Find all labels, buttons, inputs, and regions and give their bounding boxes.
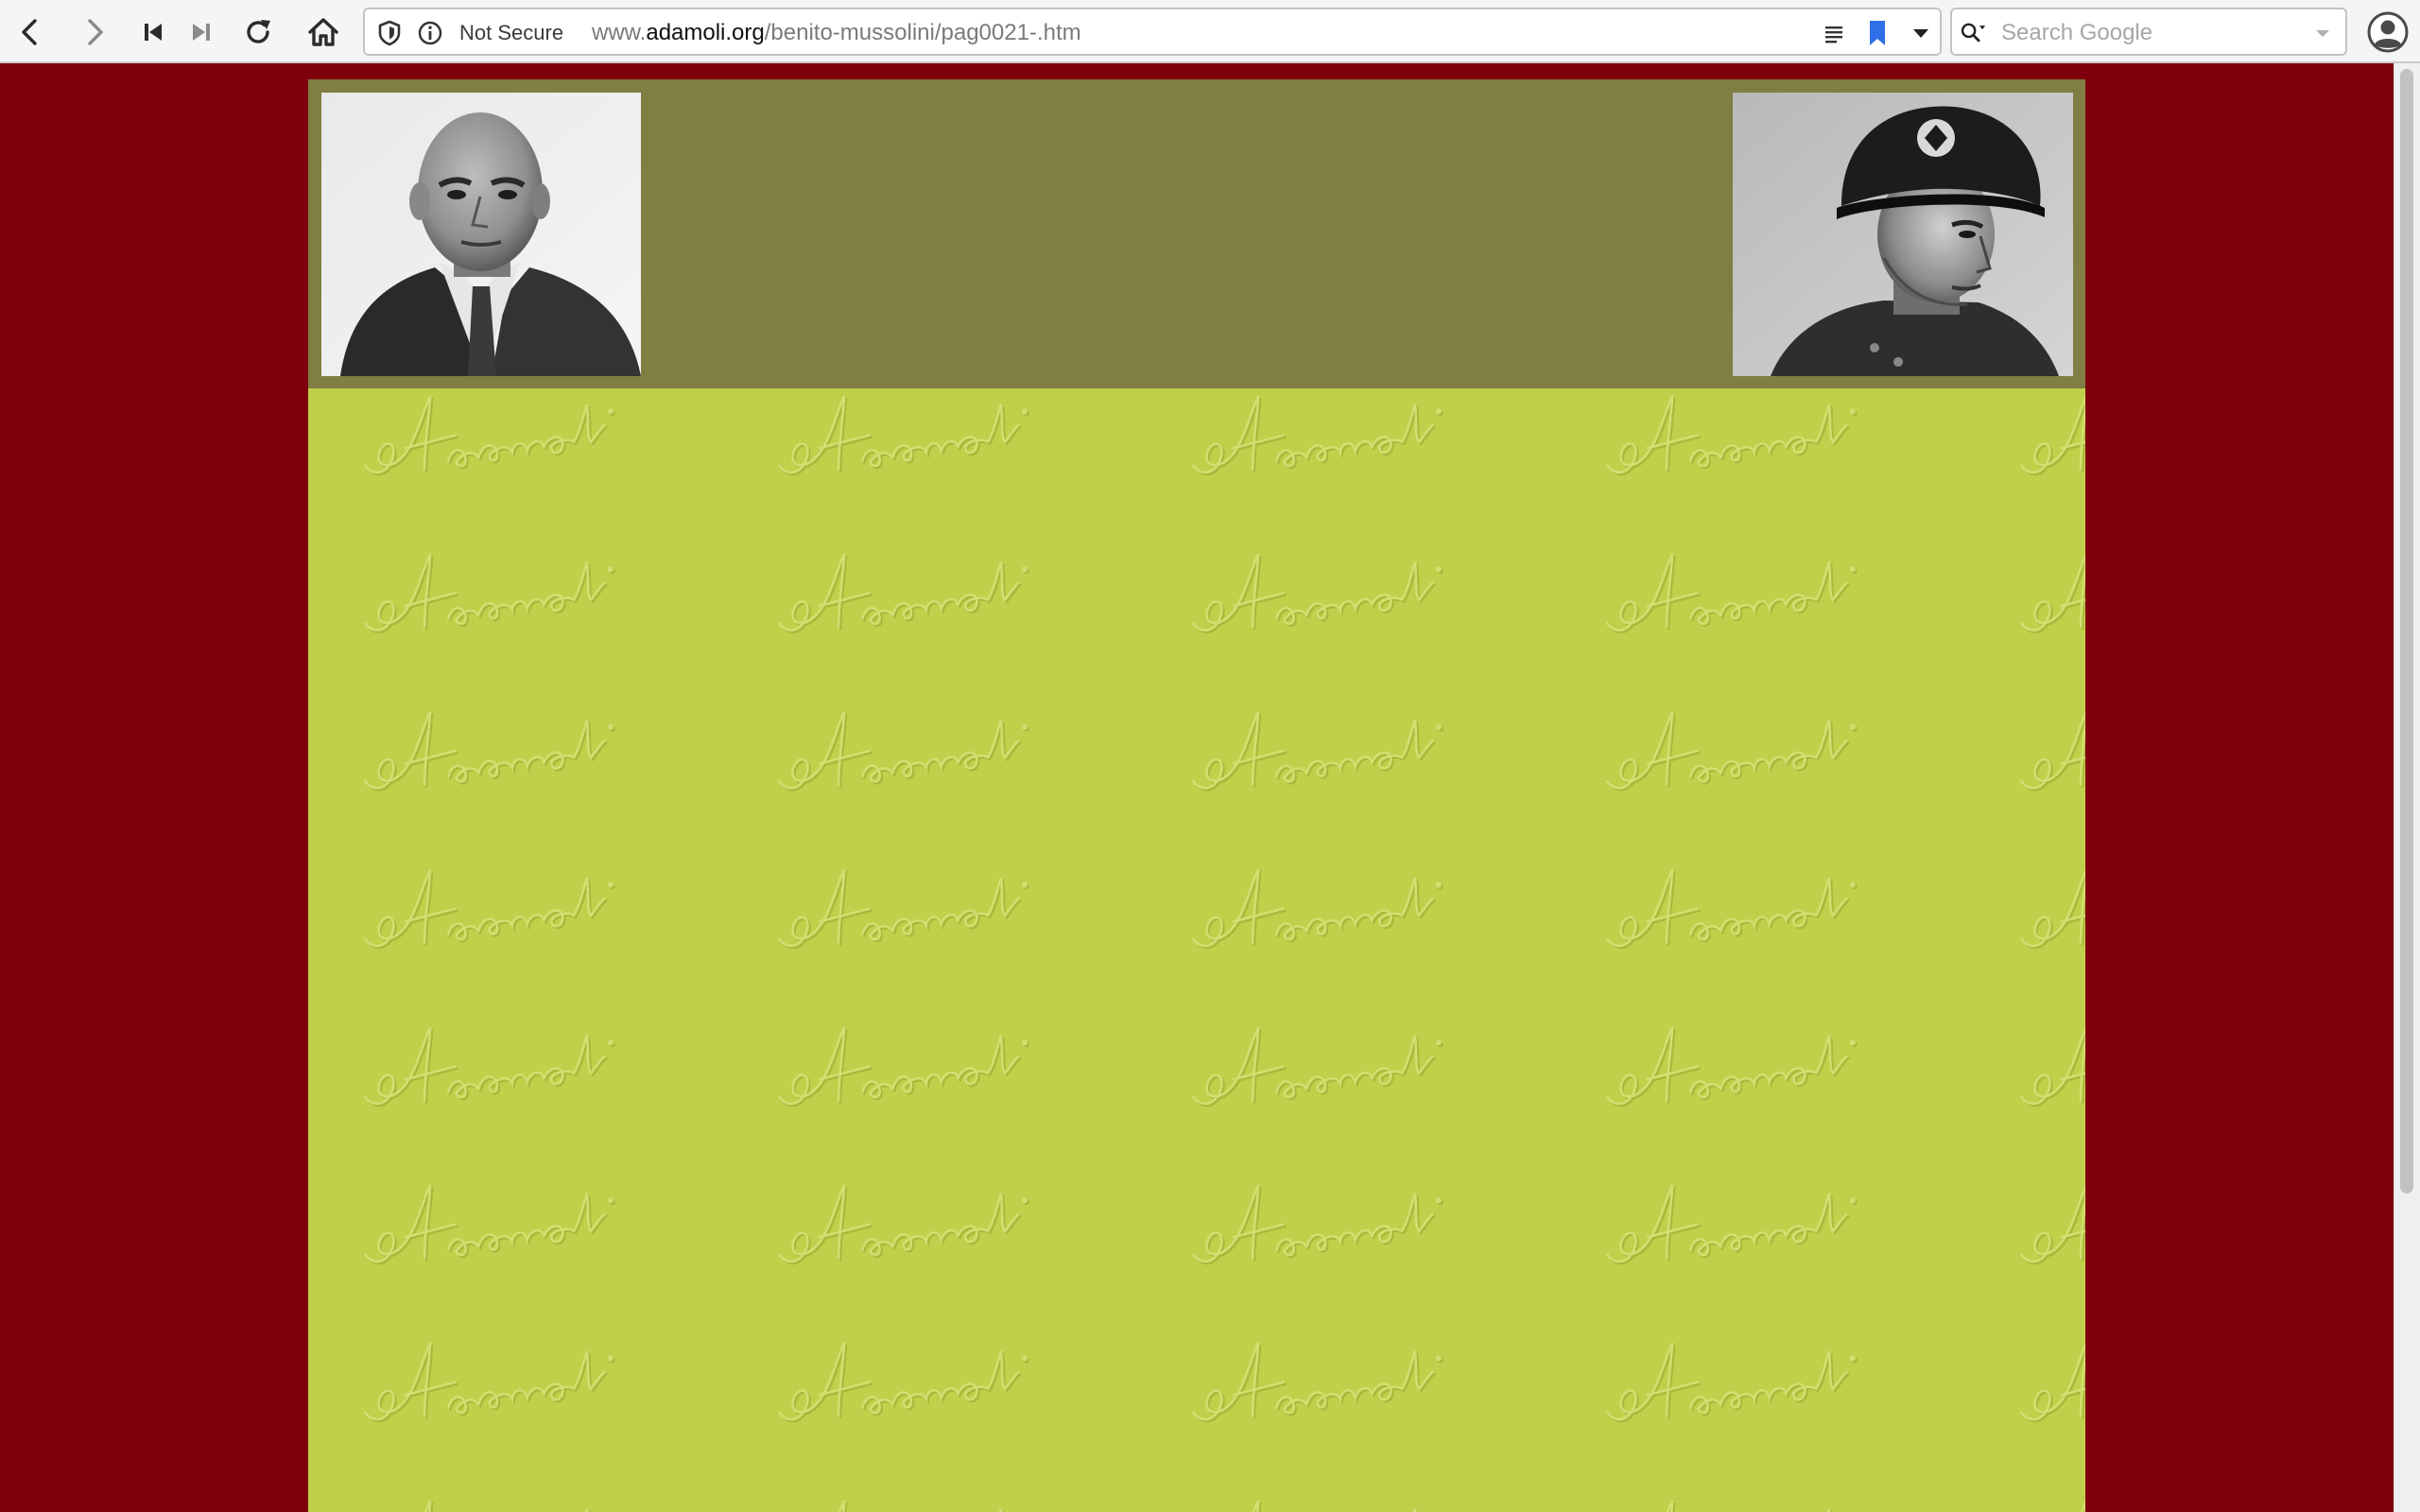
portrait-suit-image <box>321 93 641 376</box>
skip-back-icon <box>145 24 162 41</box>
watermark-signature <box>357 1164 619 1266</box>
watermark-shadow <box>2015 1482 2085 1512</box>
watermark-signature <box>1599 533 1861 635</box>
forward-button[interactable] <box>70 8 119 57</box>
search-input[interactable]: Search Google <box>2001 20 2152 46</box>
watermark-signature <box>1599 1322 1861 1424</box>
watermark-signature <box>1185 849 1447 951</box>
account-icon <box>2367 11 2409 53</box>
watermark-shadow <box>1601 1482 1863 1512</box>
home-icon <box>308 18 338 46</box>
watermark-shadow <box>1187 1482 1449 1512</box>
watermark-signature <box>357 533 619 635</box>
watermark-signature <box>771 1322 1033 1424</box>
watermark-signature <box>1185 1164 1447 1266</box>
watermark-shadow <box>1187 388 1449 479</box>
chevron-left-icon <box>22 19 37 45</box>
scrollbar-thumb[interactable] <box>2400 69 2413 1194</box>
home-button[interactable] <box>299 8 348 57</box>
watermark-signature <box>1185 1480 1447 1512</box>
info-icon[interactable] <box>417 20 443 46</box>
watermark-signature <box>1599 849 1861 951</box>
browser-toolbar: Not Secure www.adamoli.org/benito-mussol… <box>0 0 2420 63</box>
search-dropdown-icon[interactable] <box>2309 20 2336 46</box>
watermark-signature <box>357 691 619 793</box>
watermark-signature <box>771 691 1033 793</box>
watermark-signature <box>771 849 1033 951</box>
search-bar[interactable]: Search Google <box>1950 8 2347 56</box>
watermark-signature <box>1185 1322 1447 1424</box>
watermark-shadow <box>359 388 621 479</box>
watermark-signature <box>1185 691 1447 793</box>
watermark-signature <box>1599 1164 1861 1266</box>
watermark-signature <box>771 1480 1033 1512</box>
vertical-scrollbar[interactable] <box>2394 63 2420 1512</box>
url-path: /benito-mussolini/pag0021-.htm <box>764 20 1081 45</box>
shield-icon[interactable] <box>376 20 403 46</box>
content-area <box>308 388 2085 1512</box>
watermark-signature <box>771 1006 1033 1108</box>
watermark-shadow <box>1601 388 1863 479</box>
portrait-helmet-image <box>1733 93 2073 376</box>
watermark-signature <box>357 1480 619 1512</box>
watermark-signature <box>1599 1480 1861 1512</box>
watermark-signature <box>1185 1006 1447 1108</box>
watermark-shadow <box>2015 388 2085 479</box>
watermark-signature <box>771 533 1033 635</box>
rewind-button[interactable] <box>129 8 178 57</box>
reload-button[interactable] <box>233 8 283 57</box>
watermark-signature <box>1599 1006 1861 1108</box>
account-button[interactable] <box>2363 8 2412 57</box>
url-text[interactable]: www.adamoli.org/benito-mussolini/pag0021… <box>592 19 1081 47</box>
watermark-signature <box>357 1322 619 1424</box>
watermark-signature <box>2014 1480 2085 1512</box>
watermark-signature <box>357 849 619 951</box>
watermark-shadow <box>359 1482 621 1512</box>
bookmark-icon[interactable] <box>1864 20 1891 46</box>
address-bar[interactable]: Not Secure www.adamoli.org/benito-mussol… <box>363 8 1942 56</box>
url-prefix: www. <box>592 20 647 45</box>
fast-forward-button[interactable] <box>177 8 226 57</box>
watermark-shadow <box>773 388 1035 479</box>
back-button[interactable] <box>6 8 55 57</box>
dropdown-arrow-icon[interactable] <box>1908 20 1934 46</box>
watermark-shadow <box>773 1482 1035 1512</box>
watermark-signature <box>1599 691 1861 793</box>
signature-watermark-pattern <box>357 388 2085 1512</box>
watermark-signature <box>1185 533 1447 635</box>
skip-forward-icon <box>193 24 210 41</box>
chevron-right-icon <box>88 19 103 45</box>
url-domain: adamoli.org <box>646 20 765 45</box>
watermark-signature <box>771 1164 1033 1266</box>
page-viewport <box>0 63 2394 1512</box>
search-icon[interactable] <box>1960 20 1986 46</box>
page-container <box>308 79 2085 1512</box>
watermark-signature <box>357 1006 619 1108</box>
security-status-label: Not Secure <box>459 21 564 44</box>
header-band <box>308 79 2085 388</box>
reader-view-icon[interactable] <box>1821 20 1847 46</box>
reload-icon <box>247 20 270 43</box>
